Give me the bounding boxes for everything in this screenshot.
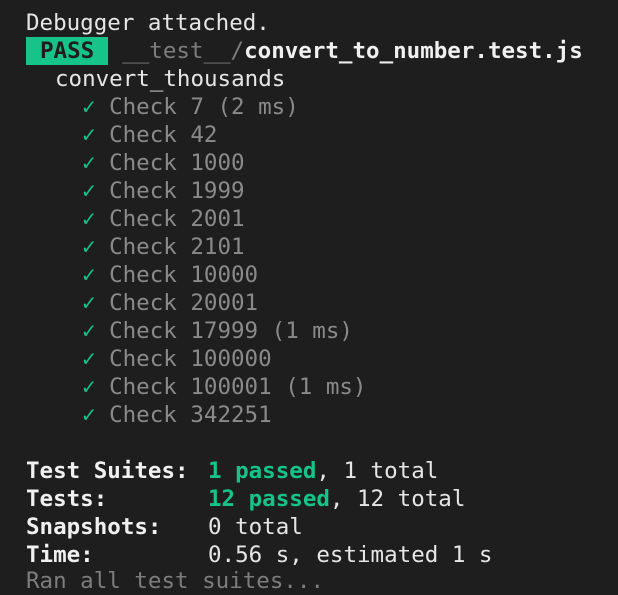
- debugger-status: Debugger attached.: [26, 10, 270, 36]
- summary-label: Snapshots:: [26, 514, 162, 540]
- summary-time: Time: 0.56 s, estimated 1 s: [26, 541, 618, 569]
- test-list: ✓ Check 7 (2 ms) ✓ Check 42 ✓ Check 1000 ✓ …: [26, 93, 618, 429]
- summary-tests: Tests: 12 passed, 12 total: [26, 485, 618, 513]
- test-row: ✓ Check 7 (2 ms): [26, 93, 618, 121]
- checkmark-icon: ✓: [82, 262, 96, 288]
- test-name: Check 2101: [109, 234, 245, 260]
- checkmark-icon: ✓: [82, 122, 96, 148]
- test-row: ✓ Check 17999 (1 ms): [26, 317, 618, 345]
- summary-value: 0 total: [208, 514, 303, 540]
- suite-name: convert_thousands: [55, 66, 286, 92]
- test-file-name: convert_to_number.test.js: [244, 38, 583, 64]
- checkmark-icon: ✓: [82, 94, 96, 120]
- partial-next-line: Ran all test suites...: [26, 568, 325, 594]
- test-file-dir: __test__/: [122, 38, 245, 64]
- checkmark-icon: ✓: [82, 150, 96, 176]
- checkmark-icon: ✓: [82, 290, 96, 316]
- summary-passed-count: 12 passed: [208, 486, 330, 512]
- summary-label: Time:: [26, 542, 94, 568]
- test-file-result: PASS __test__/convert_to_number.test.js: [26, 37, 618, 65]
- summary-test-suites: Test Suites: 1 passed, 1 total: [26, 457, 618, 485]
- test-name: Check 2001: [109, 206, 245, 232]
- test-row: ✓ Check 2101: [26, 233, 618, 261]
- test-row: ✓ Check 20001: [26, 289, 618, 317]
- checkmark-icon: ✓: [82, 234, 96, 260]
- test-name: Check 100000: [109, 346, 272, 372]
- test-name: Check 1999: [109, 178, 245, 204]
- summary-total: , 1 total: [316, 458, 439, 484]
- summary-passed-count: 1 passed: [208, 458, 317, 484]
- test-name: Check 42: [109, 122, 218, 148]
- summary-label: Test Suites:: [26, 458, 189, 484]
- test-row: ✓ Check 2001: [26, 205, 618, 233]
- checkmark-icon: ✓: [82, 206, 96, 232]
- test-name: Check 100001: [109, 374, 272, 400]
- summary-snapshots: Snapshots: 0 total: [26, 513, 618, 541]
- summary-value: 0.56 s, estimated 1 s: [208, 542, 493, 568]
- test-row: ✓ Check 42: [26, 121, 618, 149]
- test-row: ✓ Check 1000: [26, 149, 618, 177]
- test-name: Check 342251: [109, 402, 272, 428]
- test-name: Check 10000: [109, 262, 259, 288]
- summary-total: , 12 total: [329, 486, 466, 512]
- test-name: Check 1000: [109, 150, 245, 176]
- checkmark-icon: ✓: [82, 346, 96, 372]
- test-row: ✓ Check 100001 (1 ms): [26, 373, 618, 401]
- checkmark-icon: ✓: [82, 402, 96, 428]
- test-duration: (1 ms): [271, 318, 353, 344]
- checkmark-icon: ✓: [82, 178, 96, 204]
- checkmark-icon: ✓: [82, 318, 96, 344]
- test-duration: (1 ms): [285, 374, 367, 400]
- checkmark-icon: ✓: [82, 374, 96, 400]
- test-name: Check 17999: [109, 318, 259, 344]
- pass-badge: PASS: [26, 37, 109, 65]
- test-row: ✓ Check 342251: [26, 401, 618, 429]
- test-name: Check 7: [109, 94, 204, 120]
- test-row: ✓ Check 1999: [26, 177, 618, 205]
- test-row: ✓ Check 10000: [26, 261, 618, 289]
- test-row: ✓ Check 100000: [26, 345, 618, 373]
- test-name: Check 20001: [109, 290, 259, 316]
- summary-label: Tests:: [26, 486, 108, 512]
- terminal-output: Debugger attached. PASS __test__/convert_…: [26, 9, 618, 569]
- test-duration: (2 ms): [217, 94, 299, 120]
